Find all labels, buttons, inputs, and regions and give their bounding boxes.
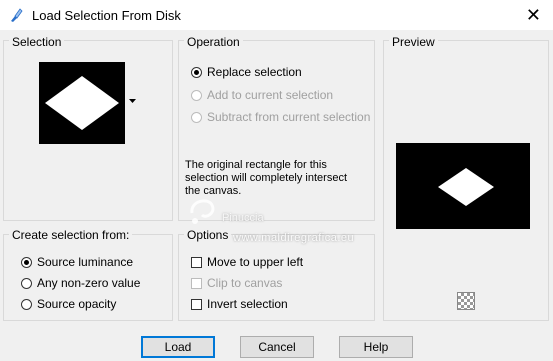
preview-group-label: Preview: [389, 35, 438, 49]
radio-label: Source luminance: [37, 255, 134, 269]
radio-button[interactable]: [21, 277, 32, 289]
radio-label: Replace selection: [207, 65, 302, 79]
app-brush-icon: [11, 8, 23, 22]
cancel-button[interactable]: Cancel: [240, 336, 314, 358]
dropdown-arrow-icon[interactable]: [129, 99, 136, 104]
radio-label: Any non-zero value: [37, 276, 141, 290]
checkbox-label: Clip to canvas: [207, 276, 283, 290]
radio-label: Subtract from current selection: [207, 110, 371, 124]
transparency-checker-icon[interactable]: [457, 292, 475, 310]
close-icon[interactable]: ✕: [526, 5, 541, 25]
clip-to-canvas-checkbox: Clip to canvas: [191, 276, 282, 290]
help-button[interactable]: Help: [339, 336, 413, 358]
radio-button: [191, 89, 202, 101]
watermark-logo: [190, 199, 215, 224]
radio-button: [191, 111, 202, 123]
options-group-label: Options: [184, 228, 232, 242]
diamond-shape: [45, 76, 119, 130]
preview-image: [396, 143, 530, 229]
selection-thumbnail[interactable]: [39, 62, 125, 144]
source-luminance-radio[interactable]: Source luminance: [21, 255, 133, 269]
radio-button[interactable]: [21, 298, 32, 310]
title-bar: Load Selection From Disk ✕: [0, 0, 553, 30]
intersect-note: The original rectangle for this selectio…: [185, 159, 348, 197]
replace-selection-radio[interactable]: Replace selection: [191, 65, 302, 79]
checkbox-label: Invert selection: [207, 297, 288, 311]
radio-button[interactable]: [21, 256, 32, 268]
checkbox-label: Move to upper left: [207, 255, 304, 269]
checkbox[interactable]: [191, 256, 202, 268]
radio-label: Source opacity: [37, 297, 117, 311]
any-nonzero-radio[interactable]: Any non-zero value: [21, 276, 140, 290]
watermark-name: Pinuccia: [222, 212, 264, 224]
radio-label: Add to current selection: [207, 88, 334, 102]
source-opacity-radio[interactable]: Source opacity: [21, 297, 116, 311]
subtract-from-selection-radio: Subtract from current selection: [191, 110, 370, 124]
radio-button[interactable]: [191, 66, 202, 78]
invert-selection-checkbox[interactable]: Invert selection: [191, 297, 288, 311]
operation-group-label: Operation: [184, 35, 243, 49]
create-selection-label: Create selection from:: [9, 228, 133, 242]
window-title: Load Selection From Disk: [32, 8, 181, 23]
preview-diamond: [438, 168, 494, 206]
selection-group-label: Selection: [9, 35, 65, 49]
add-to-selection-radio: Add to current selection: [191, 88, 333, 102]
checkbox[interactable]: [191, 298, 202, 310]
move-to-upper-left-checkbox[interactable]: Move to upper left: [191, 255, 303, 269]
load-button[interactable]: Load: [141, 336, 215, 358]
checkbox: [191, 277, 202, 289]
watermark-url: www.maldiregrafica.eu: [233, 232, 355, 244]
